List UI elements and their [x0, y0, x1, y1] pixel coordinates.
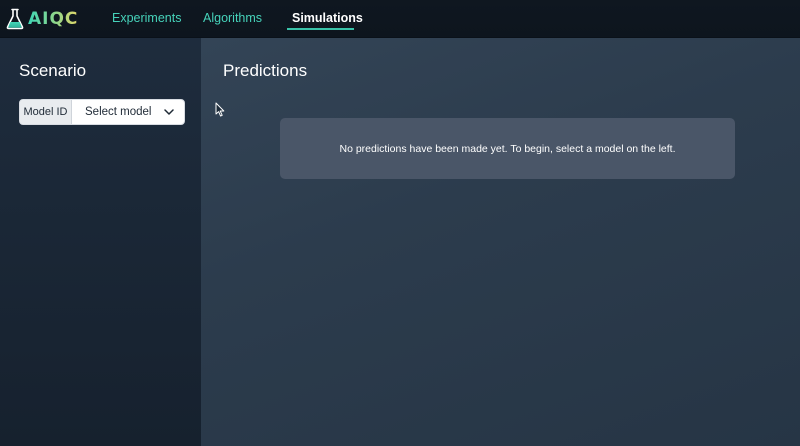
model-select-dropdown[interactable]: Select model — [72, 100, 184, 124]
top-navbar: AIQC Experiments Algorithms Simulations — [0, 0, 800, 38]
brand-logo[interactable]: AIQC — [6, 7, 78, 31]
scenario-sidebar: Scenario Model ID Select model — [0, 38, 201, 446]
nav-link-algorithms[interactable]: Algorithms — [203, 11, 262, 25]
model-id-select-group: Model ID Select model — [19, 99, 185, 125]
mouse-cursor-icon — [215, 102, 225, 117]
empty-state-message: No predictions have been made yet. To be… — [339, 142, 676, 155]
empty-state-panel: No predictions have been made yet. To be… — [280, 118, 735, 179]
active-nav-indicator — [287, 28, 354, 30]
model-select-value: Select model — [85, 106, 152, 118]
chevron-down-icon — [164, 109, 174, 115]
page-title: Predictions — [223, 61, 308, 80]
nav-link-experiments[interactable]: Experiments — [112, 11, 181, 25]
model-id-label: Model ID — [20, 100, 72, 124]
brand-name: AIQC — [28, 9, 79, 29]
flask-icon — [6, 8, 24, 30]
nav-link-simulations[interactable]: Simulations — [292, 11, 363, 25]
sidebar-title: Scenario — [19, 61, 87, 80]
predictions-main-panel: Predictions No predictions have been mad… — [201, 38, 800, 446]
